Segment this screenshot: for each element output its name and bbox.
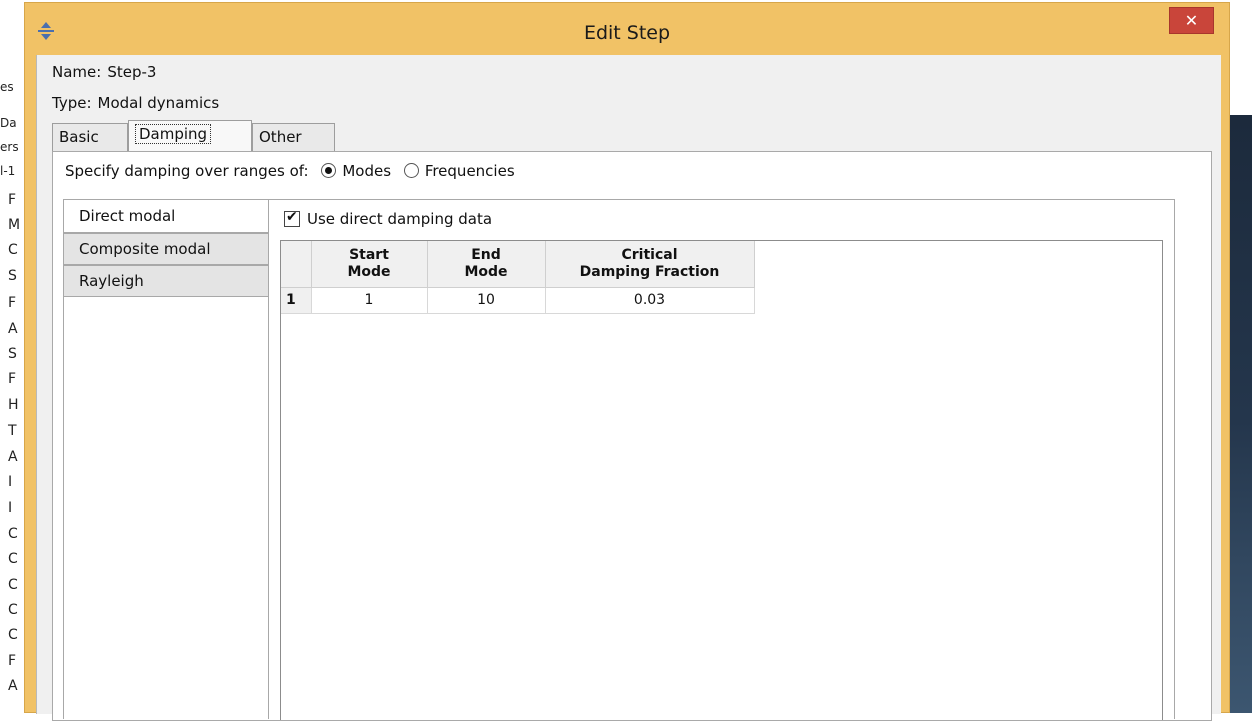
tab-composite-modal[interactable]: Composite modal: [63, 233, 269, 265]
tab-basic-label: Basic: [59, 128, 99, 146]
background-tree-fragment: A: [8, 449, 18, 465]
background-tree-fragment: C: [8, 627, 18, 643]
background-tree-fragment: l-1: [0, 164, 16, 178]
damping-data-table: Start Mode End Mode Critical Damping Fra…: [281, 241, 755, 314]
dialog-body: Name: Step-3 Type: Modal dynamics Basic Da…: [36, 55, 1221, 721]
column-header-start-mode[interactable]: Start Mode: [311, 241, 428, 288]
tab-composite-modal-label: Composite modal: [79, 240, 211, 258]
column-header-line: Damping Fraction: [579, 263, 720, 280]
edit-step-dialog: Edit Step ✕ Name: Step-3 Type: Modal dynam…: [24, 2, 1230, 721]
background-tree-fragment: F: [8, 295, 17, 311]
type-value: Modal dynamics: [97, 94, 220, 112]
background-tree-fragment: I: [8, 474, 13, 490]
background-app-viewport: [1230, 0, 1252, 713]
background-tree-fragment: A: [8, 321, 18, 337]
tab-rayleigh[interactable]: Rayleigh: [63, 265, 269, 297]
column-header-end-mode[interactable]: End Mode: [427, 241, 546, 288]
name-label: Name:: [52, 63, 102, 81]
background-tree-fragment: H: [8, 397, 19, 413]
table-corner-cell: [281, 241, 312, 288]
title-bar[interactable]: Edit Step ✕: [25, 3, 1229, 55]
background-tree-fragment: C: [8, 526, 18, 542]
table-row: 1 1 10 0.03: [281, 287, 755, 314]
background-tree-fragment: es: [0, 80, 14, 94]
modes-radio[interactable]: [321, 163, 337, 178]
background-tree-fragment: M: [8, 217, 21, 233]
frequencies-radio[interactable]: [403, 163, 419, 178]
column-header-line: Critical: [621, 246, 678, 263]
use-direct-damping-checkbox[interactable]: [284, 209, 300, 227]
background-tree-fragment: F: [8, 653, 17, 669]
row-header[interactable]: 1: [281, 287, 312, 314]
column-header-line: Start: [349, 246, 389, 263]
background-tree-fragment: ers: [0, 140, 19, 154]
column-header-line: End: [471, 246, 501, 263]
background-tree-fragment: Da: [0, 116, 17, 130]
close-button[interactable]: ✕: [1169, 7, 1214, 34]
column-header-line: Mode: [464, 263, 508, 280]
modes-radio-label[interactable]: Modes: [342, 162, 391, 180]
background-tree-fragment: C: [8, 551, 18, 567]
use-direct-damping-label[interactable]: Use direct damping data: [307, 210, 492, 228]
direct-modal-panel: Use direct damping data Start Mode: [268, 199, 1175, 720]
end-mode-cell[interactable]: 10: [427, 287, 546, 314]
background-tree-fragment: S: [8, 346, 17, 362]
column-header-line: Mode: [347, 263, 391, 280]
frequencies-radio-label[interactable]: Frequencies: [425, 162, 515, 180]
damping-range-selector: Specify damping over ranges of: Modes Fr…: [65, 162, 515, 180]
background-tree-fragment: C: [8, 602, 18, 618]
tab-basic[interactable]: Basic: [52, 123, 128, 151]
tab-damping-label: Damping: [135, 124, 212, 144]
tab-direct-modal[interactable]: Direct modal: [63, 199, 268, 233]
background-tree-fragment: T: [8, 423, 17, 439]
tab-other[interactable]: Other: [252, 123, 335, 151]
tab-rayleigh-label: Rayleigh: [79, 272, 144, 290]
tab-direct-modal-label: Direct modal: [79, 207, 176, 225]
dialog-title: Edit Step: [583, 22, 671, 44]
background-tree-fragment: F: [8, 371, 17, 387]
damping-tab-panel: Specify damping over ranges of: Modes Fr…: [52, 151, 1212, 721]
background-tree-fragment: C: [8, 242, 18, 258]
use-direct-damping-row[interactable]: Use direct damping data: [284, 209, 492, 228]
background-app-tree: es Da ers l-1 F M C S F A S F H T A I I C C C C C F A: [0, 12, 26, 713]
tab-damping[interactable]: Damping: [128, 120, 252, 152]
name-value: Step-3: [107, 63, 157, 81]
critical-damping-fraction-cell[interactable]: 0.03: [545, 287, 755, 314]
specify-label: Specify damping over ranges of:: [65, 162, 309, 180]
background-tree-fragment: F: [8, 192, 17, 208]
step-name-row: Name: Step-3: [52, 63, 156, 81]
close-icon: ✕: [1184, 11, 1199, 30]
damping-table[interactable]: Start Mode End Mode Critical Damping Fra…: [280, 240, 1163, 720]
background-tree-fragment: C: [8, 577, 18, 593]
start-mode-cell[interactable]: 1: [311, 287, 428, 314]
step-type-row: Type: Modal dynamics: [52, 94, 219, 112]
type-label: Type:: [52, 94, 92, 112]
background-tree-fragment: S: [8, 268, 17, 284]
tab-other-label: Other: [259, 128, 302, 146]
column-header-critical-damping-fraction[interactable]: Critical Damping Fraction: [545, 241, 755, 288]
background-tree-fragment: I: [8, 500, 13, 516]
background-tree-fragment: A: [8, 678, 18, 694]
